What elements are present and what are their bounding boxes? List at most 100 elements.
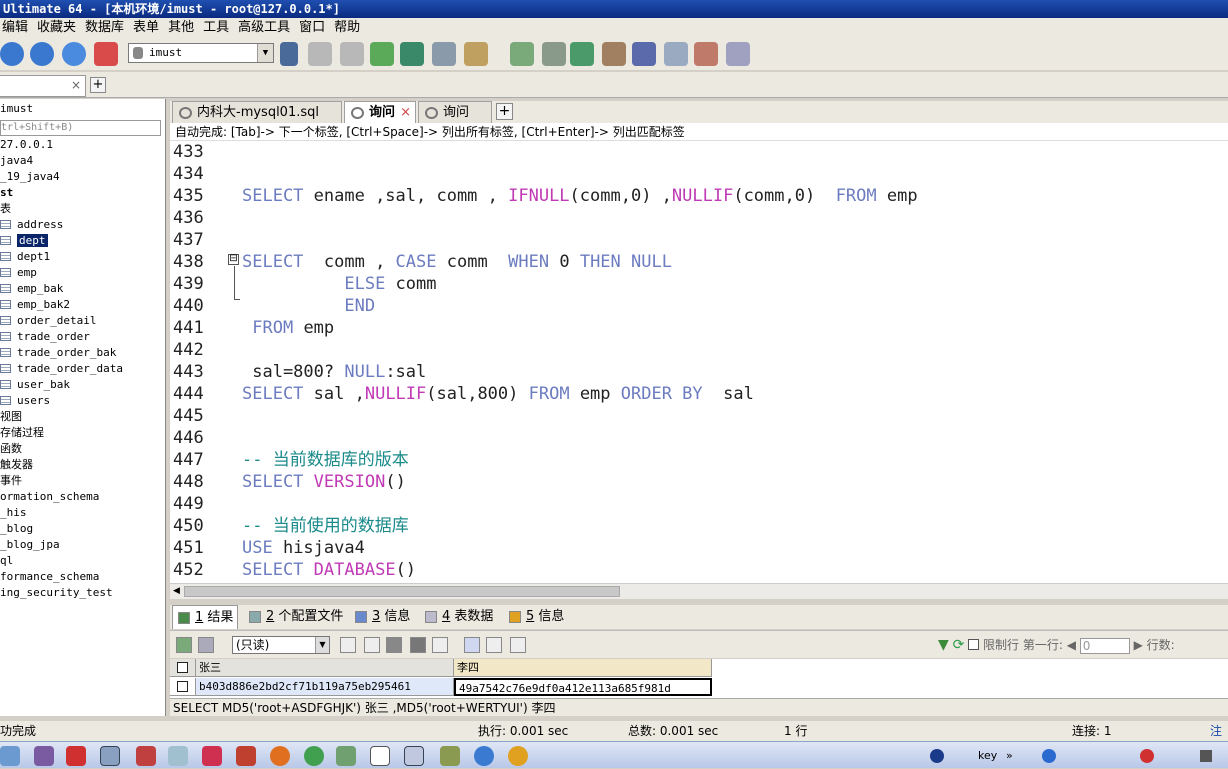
tree-item-table[interactable]: order_detail <box>0 313 165 329</box>
refresh-icon[interactable] <box>62 42 86 66</box>
sqlyog-icon[interactable] <box>100 746 120 766</box>
sql-editor[interactable]: 433 434 435 436 437 438 439 440 441 442 443 444 445 4… <box>170 141 1228 583</box>
tree-item-folder[interactable]: 函数 <box>0 441 165 457</box>
tree-item-db[interactable]: ql <box>0 553 165 569</box>
menu-item[interactable]: 收藏夹 <box>35 18 83 38</box>
column-header[interactable]: 李四 <box>454 659 712 677</box>
limit-checkbox[interactable] <box>968 639 980 650</box>
mode-select[interactable]: (只读) ▼ <box>232 636 330 654</box>
database-add-icon[interactable] <box>308 42 332 66</box>
delete-icon[interactable] <box>410 637 426 653</box>
scroll-left-icon[interactable]: ◀ <box>173 584 180 599</box>
insert-row-icon[interactable] <box>340 637 356 653</box>
import-icon[interactable] <box>370 42 394 66</box>
tree-item-db[interactable]: _his <box>0 505 165 521</box>
tree-item-table[interactable]: dept <box>0 233 165 249</box>
database-select[interactable]: imust ▼ <box>128 43 274 63</box>
tree-item-server[interactable]: 27.0.0.1 <box>0 137 165 153</box>
server-monitor-icon[interactable] <box>632 42 656 66</box>
app-icon[interactable] <box>474 746 494 766</box>
row-select-cell[interactable] <box>170 678 196 696</box>
input-language[interactable]: key <box>978 742 997 769</box>
fold-toggle-icon[interactable]: ⊟ <box>228 254 239 265</box>
tab-result[interactable]: 1 结果 <box>172 605 238 629</box>
notepad-icon[interactable] <box>440 746 460 766</box>
select-all-cell[interactable] <box>170 659 196 677</box>
data-sync-icon[interactable] <box>570 42 594 66</box>
tab-table-data[interactable]: 4 表数据 <box>420 605 498 629</box>
export-icon[interactable] <box>176 637 192 653</box>
horizontal-scrollbar[interactable]: ◀ <box>170 583 1228 599</box>
menu-item[interactable]: 窗口 <box>297 18 332 38</box>
tree-item-table[interactable]: emp <box>0 265 165 281</box>
tree-item-folder[interactable]: 存储过程 <box>0 425 165 441</box>
app-icon[interactable] <box>404 746 424 766</box>
app-icon[interactable] <box>202 746 222 766</box>
tab-info-2[interactable]: 5 信息 <box>504 605 568 629</box>
tree-item-db[interactable]: java4 <box>0 153 165 169</box>
filter-input[interactable]: trl+Shift+B) <box>0 120 161 136</box>
menu-item[interactable]: 数据库 <box>83 18 131 38</box>
query-builder-icon[interactable] <box>510 42 534 66</box>
close-icon[interactable]: × <box>400 102 411 124</box>
row-checkbox[interactable] <box>177 681 188 692</box>
database-backup-icon[interactable] <box>340 42 364 66</box>
schema-sync-icon[interactable] <box>542 42 566 66</box>
tree-item-table[interactable]: trade_order_data <box>0 361 165 377</box>
chrome-icon[interactable] <box>304 746 324 766</box>
explorer-icon[interactable] <box>0 746 20 766</box>
designer-icon[interactable] <box>726 42 750 66</box>
refresh-icon[interactable]: ⟳ <box>953 637 965 653</box>
menu-item[interactable]: 工具 <box>201 18 236 38</box>
app-icon[interactable] <box>508 746 528 766</box>
connection-tab[interactable]: × <box>0 75 86 97</box>
cancel-icon[interactable] <box>432 637 448 653</box>
tree-item-folder[interactable]: 表 <box>0 201 165 217</box>
menu-item[interactable]: 表单 <box>131 18 166 38</box>
tab-query[interactable]: 询问 <box>418 101 492 123</box>
tree-item-table[interactable]: emp_bak <box>0 281 165 297</box>
app-icon[interactable] <box>34 746 54 766</box>
app-icon[interactable] <box>66 746 86 766</box>
import-result-icon[interactable] <box>198 637 214 653</box>
sync-icon[interactable] <box>400 42 424 66</box>
tree-item-table[interactable]: emp_bak2 <box>0 297 165 313</box>
tab-info[interactable]: 3 信息 <box>350 605 414 629</box>
column-header[interactable]: 张三 <box>196 659 454 677</box>
schema-icon[interactable] <box>464 42 488 66</box>
app-icon[interactable] <box>136 746 156 766</box>
table-icon[interactable] <box>432 42 456 66</box>
tree-item-db[interactable]: ormation_schema <box>0 489 165 505</box>
tree-item-table[interactable]: dept1 <box>0 249 165 265</box>
text-editor-icon[interactable] <box>370 746 390 766</box>
add-tab-button[interactable]: + <box>496 103 513 120</box>
app-icon[interactable] <box>336 746 356 766</box>
filter-icon[interactable]: ▼ <box>938 637 949 653</box>
tree-item-table[interactable]: user_bak <box>0 377 165 393</box>
tree-item-table[interactable]: trade_order <box>0 329 165 345</box>
first-row-input[interactable]: 0 <box>1079 637 1130 654</box>
next-page-icon[interactable]: ▶ <box>1134 638 1143 652</box>
duplicate-row-icon[interactable] <box>364 637 380 653</box>
new-connection-icon[interactable] <box>94 42 118 66</box>
help-icon[interactable] <box>930 749 944 763</box>
tree-item-db[interactable]: formance_schema <box>0 569 165 585</box>
tree-item-table[interactable]: trade_order_bak <box>0 345 165 361</box>
tree-item-table[interactable]: users <box>0 393 165 409</box>
menu-item[interactable]: 编辑 <box>0 18 35 38</box>
app-icon[interactable] <box>168 746 188 766</box>
network-icon[interactable] <box>1200 750 1212 762</box>
scroll-thumb[interactable] <box>184 586 620 597</box>
menu-item[interactable]: 帮助 <box>332 18 367 38</box>
result-grid[interactable]: 张三 李四 b403d886e2bd2cf71b119a75eb295461 4… <box>170 659 1228 698</box>
app-icon[interactable] <box>236 746 256 766</box>
tab-profile[interactable]: 2 个配置文件 <box>244 605 344 629</box>
back-icon[interactable] <box>0 42 24 66</box>
prev-page-icon[interactable]: ◀ <box>1067 638 1076 652</box>
copy-database-icon[interactable] <box>602 42 626 66</box>
select-all-checkbox[interactable] <box>177 662 188 673</box>
add-connection-button[interactable]: + <box>90 77 106 93</box>
tree-item-table[interactable]: address <box>0 217 165 233</box>
menu-item[interactable]: 其他 <box>166 18 201 38</box>
user-icon[interactable] <box>280 42 298 66</box>
